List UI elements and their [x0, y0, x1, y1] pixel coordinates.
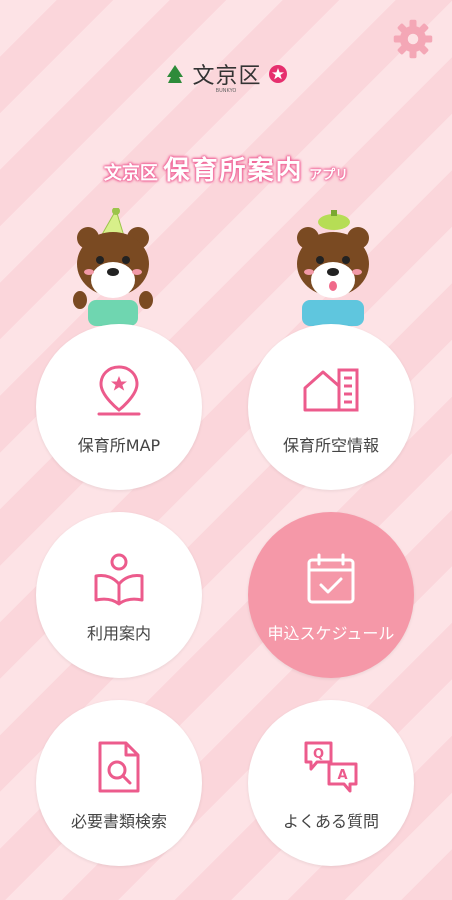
menu-label-guide: 利用案内 [86, 624, 151, 643]
document-search-icon [98, 741, 140, 793]
settings-gear-icon[interactable] [392, 18, 434, 60]
qa-bubbles-icon: Q A [304, 741, 358, 793]
ward-name: 文京区 [192, 64, 262, 89]
menu-label-vacancy: 保育所空情報 [282, 436, 379, 455]
calendar-check-icon [307, 553, 355, 604]
title-main: 保育所案内 [163, 156, 304, 186]
menu-label-schedule: 申込スケジュール [267, 624, 395, 643]
bear-mascot-green-hat [297, 210, 369, 326]
menu-tile-schedule[interactable]: 申込スケジュール [248, 512, 414, 678]
bear-mascot-party-hat [73, 208, 153, 326]
menu-tile-faq[interactable]: Q A よくある質問 [248, 700, 414, 866]
title-suffix: アプリ [309, 168, 349, 183]
menu-label-map: 保育所MAP [77, 436, 161, 455]
menu-label-documents: 必要書類検索 [70, 812, 167, 831]
menu-tile-map[interactable]: 保育所MAP [36, 324, 202, 490]
menu-tile-documents[interactable]: 必要書類検索 [36, 700, 202, 866]
house-building-icon [303, 368, 359, 412]
title-prefix: 文京区 [103, 163, 158, 184]
ward-subtitle: BUNKYO [215, 88, 237, 94]
ward-star-badge-icon [268, 65, 287, 83]
app-title: 文京区 保育所案内 アプリ [0, 150, 452, 187]
menu-label-faq: よくある質問 [282, 812, 379, 831]
map-pin-star-icon [97, 365, 141, 416]
menu-tile-vacancy[interactable]: 保育所空情報 [248, 324, 414, 490]
ward-emblem-icon [167, 65, 184, 83]
menu-tile-guide[interactable]: 利用案内 [36, 512, 202, 678]
person-reading-icon [94, 553, 144, 606]
svg-text:A: A [337, 768, 347, 783]
svg-text:Q: Q [313, 747, 324, 762]
ward-logo: 文京区 BUNKYO [0, 58, 452, 94]
